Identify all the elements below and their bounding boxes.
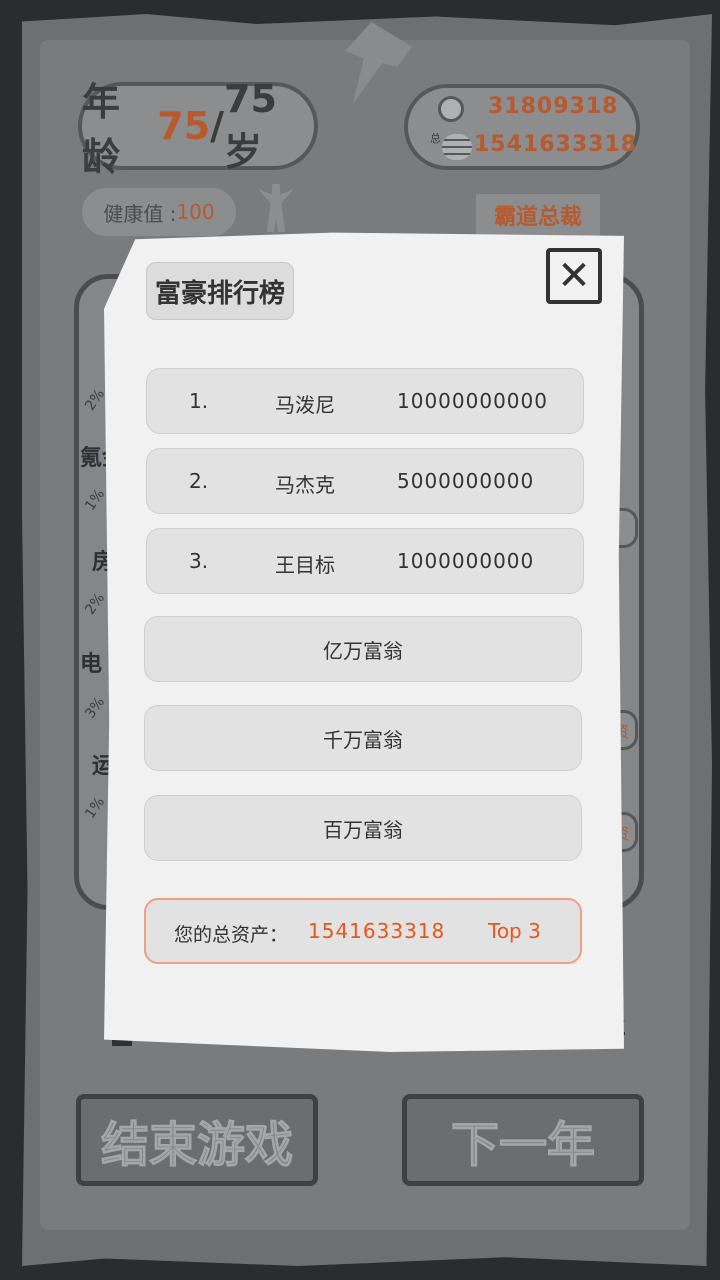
your-rank: Top 3: [488, 919, 541, 943]
money-display: 总 31809318 1541633318: [404, 84, 640, 170]
health-value: 100: [176, 200, 215, 224]
rank-assets: 1000000000: [397, 549, 535, 573]
rank-number: 3.: [189, 549, 209, 573]
tier-millionaire-button[interactable]: 百万富翁: [144, 795, 582, 861]
close-icon: ✕: [557, 253, 591, 299]
total-label: 总: [430, 132, 441, 145]
health-label: 健康值 :: [103, 201, 177, 226]
row-label: 电: [80, 652, 103, 677]
your-total-assets-bar: 您的总资产： 1541633318 Top 3: [144, 898, 582, 964]
coin-stack-icon: [442, 134, 472, 160]
leaderboard-title: 富豪排行榜: [146, 262, 294, 320]
tier-ten-millionaire-button[interactable]: 千万富翁: [144, 705, 582, 771]
your-total-value: 1541633318: [308, 919, 446, 943]
age-separator: /: [210, 104, 225, 148]
cash-value: 31809318: [488, 94, 619, 119]
close-button[interactable]: ✕: [546, 248, 602, 304]
tier-billionaire-button[interactable]: 亿万富翁: [144, 616, 582, 682]
rank-assets: 5000000000: [397, 469, 535, 493]
rank-number: 1.: [189, 389, 209, 413]
leaderboard-row: 3. 王目标 1000000000: [146, 528, 584, 594]
coin-icon: [438, 96, 464, 122]
rank-assets: 10000000000: [397, 389, 548, 413]
age-label: 年龄: [82, 80, 121, 179]
leaderboard-row: 2. 马杰克 5000000000: [146, 448, 584, 514]
age-display: 年龄 75 / 75岁: [78, 77, 318, 179]
rank-name: 马泼尼: [275, 393, 335, 417]
rank-name: 马杰克: [275, 473, 335, 497]
end-game-button[interactable]: 结束游戏: [76, 1094, 318, 1186]
rank-name: 王目标: [275, 553, 335, 577]
age-max: 75岁: [224, 76, 277, 174]
title-badge: 霸道总裁: [476, 194, 600, 236]
health-display: 健康值 : 100: [82, 188, 236, 236]
next-year-button[interactable]: 下一年: [402, 1094, 644, 1186]
age-current: 75: [157, 104, 211, 148]
your-total-label: 您的总资产：: [174, 924, 289, 946]
leaderboard-row: 1. 马泼尼 10000000000: [146, 368, 584, 434]
rank-number: 2.: [189, 469, 209, 493]
total-assets-value: 1541633318: [474, 132, 638, 157]
